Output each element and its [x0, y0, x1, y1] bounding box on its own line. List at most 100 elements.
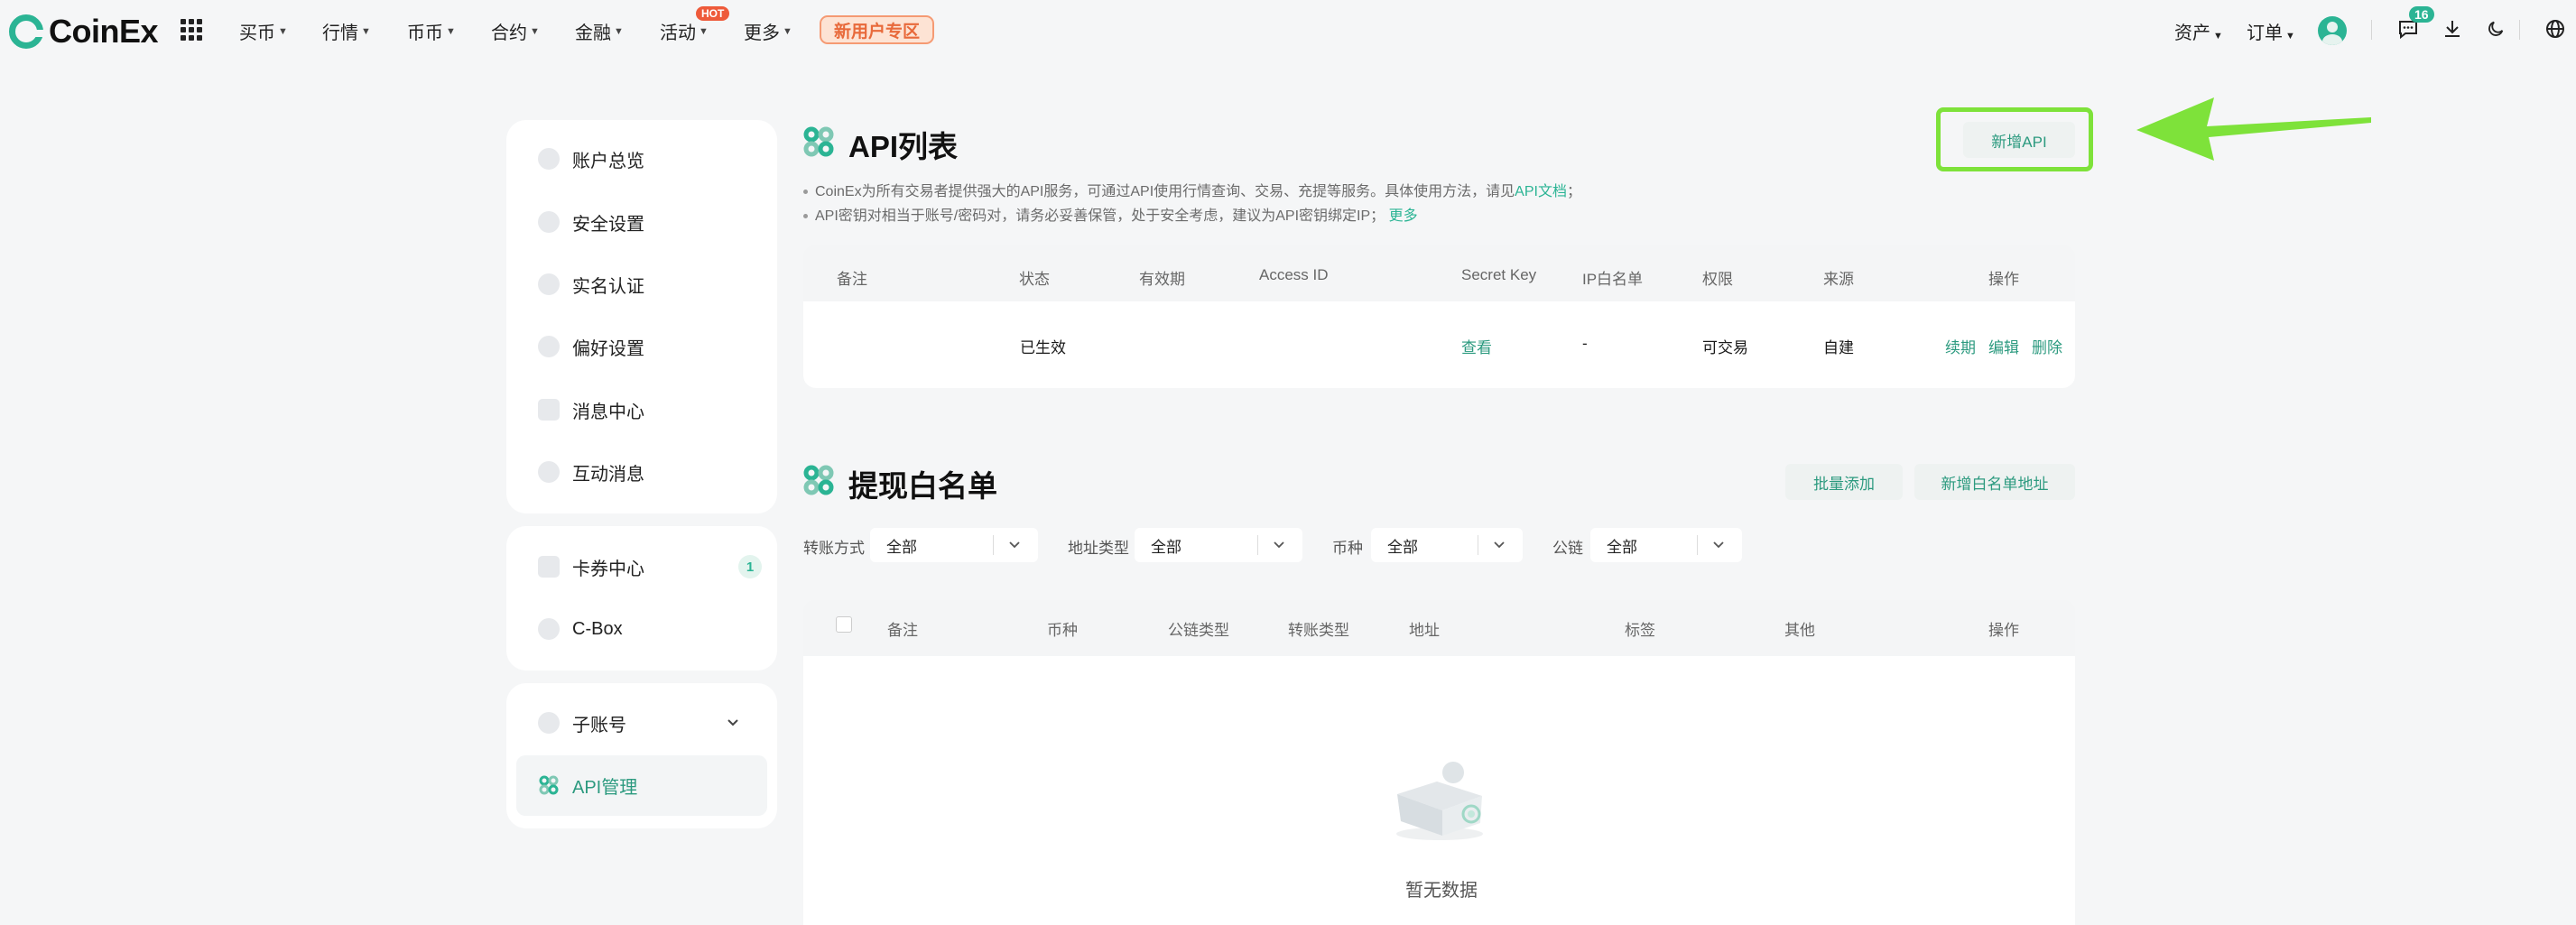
chain-select[interactable]: 全部: [1590, 528, 1742, 562]
sidebar-item-interactive-messages[interactable]: 互动消息: [538, 454, 644, 490]
status-cell: 已生效: [1020, 339, 1066, 356]
divider: [2519, 20, 2520, 40]
id-verification-icon: [538, 273, 560, 295]
nav-finance[interactable]: 金融 ▼: [575, 18, 624, 44]
sidebar-item-label: API管理: [572, 777, 638, 798]
sidebar-item-account-overview[interactable]: 账户总览: [538, 141, 644, 177]
chevron-down-icon: [1009, 541, 1020, 549]
sidebar-item-message-center[interactable]: 消息中心: [538, 392, 644, 428]
nav-activities[interactable]: 活动 ▼: [660, 18, 709, 44]
divider: [2371, 20, 2372, 40]
sidebar-item-label: C-Box: [572, 618, 623, 639]
api-section-icon: [803, 126, 834, 157]
column-header: Access ID: [1259, 266, 1329, 283]
select-value: 全部: [1151, 538, 1181, 556]
nav-more[interactable]: 更多 ▼: [744, 18, 792, 44]
permission-cell: 可交易: [1702, 339, 1748, 356]
column-header: 其他: [1784, 622, 1815, 639]
edit-link[interactable]: 编辑: [1988, 335, 2019, 357]
nav-assets[interactable]: 资产 ▼: [2174, 18, 2223, 44]
withdrawal-whitelist-title: 提现白名单: [848, 469, 997, 503]
delete-link[interactable]: 删除: [2032, 335, 2062, 357]
api-docs-link[interactable]: API文档: [1515, 184, 1567, 199]
nav-futures[interactable]: 合约 ▼: [491, 18, 540, 44]
chevron-down-icon: [1494, 541, 1505, 549]
chat-bubbles-icon: [538, 461, 560, 483]
column-header: 转账类型: [1288, 622, 1349, 639]
sub-account-icon: [538, 712, 560, 734]
column-header: 公链类型: [1168, 622, 1229, 639]
chevron-down-icon: ▼: [446, 25, 456, 37]
source-cell: 自建: [1823, 339, 1854, 356]
currency-select[interactable]: 全部: [1371, 528, 1523, 562]
brand-name: CoinEx: [49, 13, 159, 50]
new-whitelist-address-button[interactable]: 新增白名单地址: [1914, 464, 2075, 500]
pie-chart-icon: [538, 148, 560, 170]
sidebar-group-rewards: [506, 526, 777, 671]
chevron-down-icon: [1713, 541, 1724, 549]
renew-link[interactable]: 续期: [1945, 335, 1976, 357]
more-link[interactable]: 更多: [1389, 208, 1418, 224]
column-header: 操作: [1988, 271, 2019, 288]
sidebar-item-label: 账户总览: [572, 151, 644, 171]
column-header: Secret Key: [1461, 266, 1537, 283]
sidebar-item-label: 偏好设置: [572, 338, 644, 359]
sidebar-item-preferences[interactable]: 偏好设置: [538, 328, 644, 365]
filter-label: 币种: [1332, 540, 1363, 557]
nav-buy-crypto[interactable]: 买币 ▼: [239, 18, 288, 44]
new-user-zone-button[interactable]: 新用户专区: [820, 15, 934, 44]
api-note-2: API密钥对相当于账号/密码对，请务必妥善保管，处于安全考虑，建议为API密钥绑…: [803, 203, 1418, 225]
chevron-down-icon: ▼: [361, 25, 371, 37]
sidebar-item-label: 消息中心: [572, 402, 644, 422]
sidebar-item-security[interactable]: 安全设置: [538, 204, 644, 240]
chevron-down-icon[interactable]: [725, 715, 741, 731]
api-list-title: API列表: [848, 130, 959, 163]
dark-mode-moon-icon[interactable]: [2483, 16, 2508, 42]
nav-spot[interactable]: 币币 ▼: [407, 18, 456, 44]
select-all-checkbox[interactable]: [836, 616, 852, 633]
inbox-icon: [538, 399, 560, 421]
language-globe-icon[interactable]: [2543, 16, 2568, 42]
empty-box-illustration-icon: [1396, 762, 1483, 840]
sidebar-item-sub-account[interactable]: 子账号: [538, 705, 742, 741]
new-api-button[interactable]: 新增API: [1963, 122, 2075, 158]
api-icon: [539, 775, 559, 795]
select-value: 全部: [1607, 538, 1637, 556]
api-table-header: [803, 245, 2075, 301]
ip-whitelist-cell: -: [1582, 335, 1588, 352]
nav-markets[interactable]: 行情 ▼: [322, 18, 371, 44]
api-note-1: CoinEx为所有交易者提供强大的API服务，可通过API使用行情查询、交易、充…: [803, 179, 1581, 200]
view-secret-key-link[interactable]: 查看: [1461, 335, 1492, 357]
user-avatar[interactable]: [2318, 16, 2347, 45]
filter-label: 转账方式: [803, 540, 865, 557]
column-header: 备注: [837, 271, 867, 288]
sidebar-item-api-management[interactable]: API管理: [538, 767, 637, 803]
sidebar-item-label: 互动消息: [572, 464, 644, 485]
column-header: 操作: [1988, 622, 2019, 639]
select-value: 全部: [886, 538, 917, 556]
chevron-down-icon: ▼: [614, 25, 624, 37]
address-type-select[interactable]: 全部: [1135, 528, 1302, 562]
chevron-down-icon: ▼: [699, 25, 709, 37]
top-navigation-bar: CoinEx 买币 ▼ 行情 ▼ 币币 ▼ 合约 ▼ 金融 ▼ 活动 ▼ HOT 更多 ▼ 新…: [0, 0, 2576, 60]
apps-grid-icon[interactable]: [181, 19, 202, 41]
empty-state-text: 暂无数据: [1405, 881, 1478, 901]
column-header: 备注: [887, 622, 918, 639]
sidebar-item-cbox[interactable]: C-Box: [538, 611, 623, 647]
filter-label: 公链: [1552, 540, 1583, 557]
chevron-down-icon: ▼: [2213, 31, 2223, 42]
coinex-logo[interactable]: CoinEx: [9, 13, 159, 51]
sidebar-item-kyc[interactable]: 实名认证: [538, 266, 644, 302]
transfer-method-select[interactable]: 全部: [870, 528, 1038, 562]
coinex-logo-icon: [9, 14, 44, 49]
whitelist-section-icon: [803, 465, 834, 495]
shield-icon: [538, 211, 560, 233]
download-icon[interactable]: [2440, 16, 2465, 42]
preferences-icon: [538, 336, 560, 357]
notification-count-badge: 16: [2409, 6, 2434, 23]
column-header: 地址: [1409, 622, 1440, 639]
gift-box-icon: [538, 618, 560, 640]
sidebar-item-coupon-center[interactable]: 卡券中心: [538, 549, 644, 585]
batch-add-button[interactable]: 批量添加: [1785, 464, 1903, 500]
nav-orders[interactable]: 订单 ▼: [2247, 18, 2295, 44]
